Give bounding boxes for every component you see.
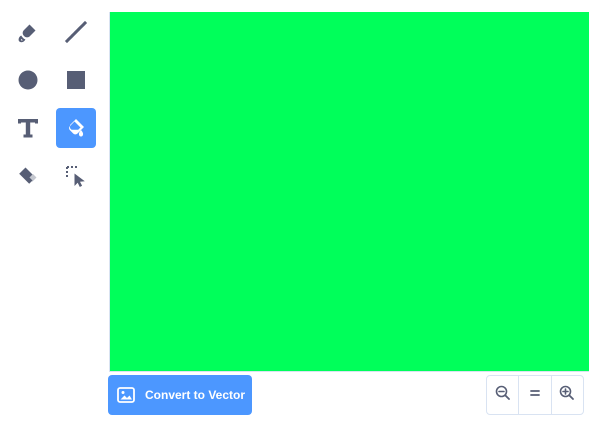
tool-palette [4,12,100,208]
select-tool[interactable] [56,156,96,196]
zoom-in-button[interactable] [550,376,583,414]
zoom-in-icon [559,385,575,406]
zoom-out-button[interactable] [487,376,518,414]
circle-icon [15,67,41,93]
rectangle-tool[interactable] [56,60,96,100]
text-tool[interactable] [8,108,48,148]
image-icon [117,386,135,404]
circle-tool[interactable] [8,60,48,100]
brush-icon [15,19,41,45]
eraser-tool[interactable] [8,156,48,196]
line-icon [63,19,89,45]
fill-icon [62,114,90,142]
equals-icon [529,386,541,404]
rectangle-icon [63,67,89,93]
text-icon [15,115,41,141]
zoom-out-icon [495,385,511,406]
convert-to-vector-label: Convert to Vector [145,388,246,402]
select-icon [63,163,89,189]
convert-to-vector-button[interactable]: Convert to Vector [108,375,252,415]
canvas-fill [110,12,589,371]
paint-editor: Convert to Vector [0,0,610,430]
drawing-canvas[interactable] [109,12,589,372]
brush-tool[interactable] [8,12,48,52]
fill-tool[interactable] [56,108,96,148]
reset-zoom-button[interactable] [518,376,550,414]
eraser-icon [15,163,41,189]
zoom-controls [486,375,584,415]
line-tool[interactable] [56,12,96,52]
